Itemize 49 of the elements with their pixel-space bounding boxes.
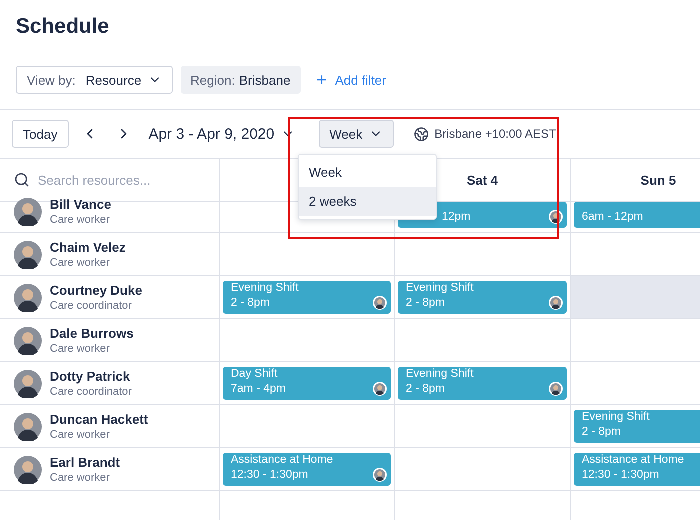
view-by-dropdown[interactable]: View by: Resource	[16, 66, 173, 94]
resource-name: Earl Brandt	[50, 455, 120, 470]
avatar-icon	[14, 241, 42, 269]
shift-card[interactable]: Evening Shift 2 - 8pm	[398, 367, 567, 400]
day-header: Sat 4	[466, 172, 498, 188]
resource-role: Care worker	[50, 343, 111, 355]
resource-role: Care coordinator	[50, 386, 132, 398]
avatar-icon	[14, 198, 42, 226]
shift-card[interactable]: Assistance at Home 12:30 - 1:30pm	[223, 453, 391, 486]
today-button[interactable]: Today	[12, 120, 69, 148]
resource-role: Care worker	[50, 429, 111, 441]
shift-card[interactable]: 6am - 12pm	[574, 202, 700, 228]
avatar-icon	[373, 296, 387, 310]
avatar-icon	[14, 456, 42, 484]
date-range-dropdown[interactable]: Apr 3 - Apr 9, 2020	[144, 126, 299, 142]
resource-role: Care coordinator	[50, 300, 133, 312]
menu-item[interactable]: 2 weeks	[299, 187, 436, 216]
shift-card[interactable]: Evening Shift 2 - 8pm	[398, 281, 567, 314]
search-icon	[14, 172, 30, 188]
globe-icon	[414, 126, 429, 142]
period-dropdown[interactable]: Week	[318, 120, 394, 148]
avatar-icon	[14, 327, 42, 355]
avatar-icon	[14, 370, 42, 398]
avatar-icon	[14, 284, 42, 312]
shift-card[interactable]: Assistance at Home 12:30 - 1:30pm	[574, 453, 700, 486]
resource-name: Dotty Patrick	[50, 369, 132, 384]
timezone-label: Brisbane +10:00 AEST	[434, 127, 556, 141]
resource-name: Duncan Hackett	[50, 412, 148, 427]
day-header: Sun 5	[640, 172, 676, 188]
resource-role: Care worker	[50, 214, 111, 226]
page-title: Schedule	[15, 14, 110, 40]
avatar-icon	[549, 296, 563, 310]
resource-role: Care worker	[50, 472, 111, 484]
resource-name: Bill Vance	[50, 197, 112, 212]
avatar-icon	[373, 468, 387, 482]
avatar-icon	[14, 413, 42, 441]
shift-card[interactable]: Evening Shift 2 - 8pm	[223, 281, 391, 314]
shift-card[interactable]: Day Shift 7am - 4pm	[223, 367, 391, 400]
region-filter-chip[interactable]: Region: Brisbane	[180, 66, 301, 94]
add-filter-link[interactable]: + Add filter	[308, 66, 394, 94]
menu-item[interactable]: Week	[299, 158, 436, 187]
shift-card[interactable]: Evening Shift 2 - 8pm	[574, 410, 700, 443]
resource-name: Dale Burrows	[50, 326, 134, 341]
avatar-icon	[549, 210, 563, 224]
avatar-icon	[549, 382, 563, 396]
resource-name: Courtney Duke	[50, 283, 142, 298]
resource-name: Chaim Velez	[50, 240, 126, 255]
resource-role: Care worker	[50, 257, 111, 269]
avatar-icon	[373, 382, 387, 396]
